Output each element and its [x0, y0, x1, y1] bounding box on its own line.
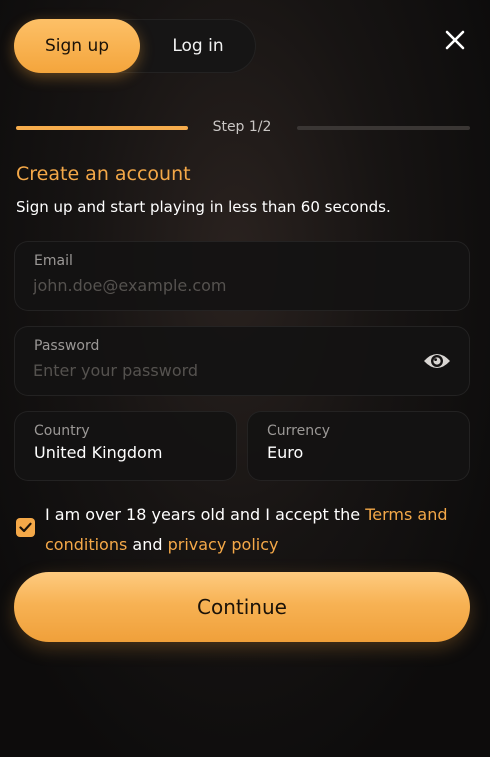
privacy-policy-link[interactable]: privacy policy: [168, 535, 279, 554]
password-label: Password: [34, 338, 100, 354]
continue-button[interactable]: Continue: [14, 572, 470, 642]
auth-tabs: Sign up Log in: [14, 19, 256, 73]
password-field[interactable]: Password: [14, 326, 470, 396]
age-terms-checkbox[interactable]: [16, 518, 35, 537]
progress-bar-remaining: [297, 126, 470, 130]
form-subtitle: Sign up and start playing in less than 6…: [16, 198, 391, 216]
consent-text-middle: and: [127, 535, 168, 554]
close-icon: [445, 30, 465, 50]
eye-icon: [424, 354, 450, 368]
password-input[interactable]: [33, 358, 393, 382]
email-input[interactable]: [33, 273, 413, 297]
consent-text: I am over 18 years old and I accept the …: [45, 500, 465, 560]
show-password-button[interactable]: [422, 348, 452, 374]
progress-bar-complete: [16, 126, 188, 130]
email-label: Email: [34, 253, 73, 269]
tab-login[interactable]: Log in: [140, 19, 256, 73]
signup-modal: Sign up Log in Step 1/2 Create an accoun…: [0, 0, 490, 757]
checkmark-icon: [19, 522, 32, 533]
tab-signup[interactable]: Sign up: [14, 19, 140, 73]
step-indicator: Step 1/2: [212, 119, 272, 135]
close-button[interactable]: [439, 24, 471, 56]
country-select[interactable]: Country United Kingdom: [14, 411, 237, 481]
currency-select[interactable]: Currency Euro: [247, 411, 470, 481]
currency-value: Euro: [267, 443, 304, 462]
form-title: Create an account: [16, 163, 191, 185]
email-field[interactable]: Email: [14, 241, 470, 311]
country-label: Country: [34, 423, 90, 439]
consent-text-start: I am over 18 years old and I accept the: [45, 505, 366, 524]
country-value: United Kingdom: [34, 443, 163, 462]
currency-label: Currency: [267, 423, 331, 439]
